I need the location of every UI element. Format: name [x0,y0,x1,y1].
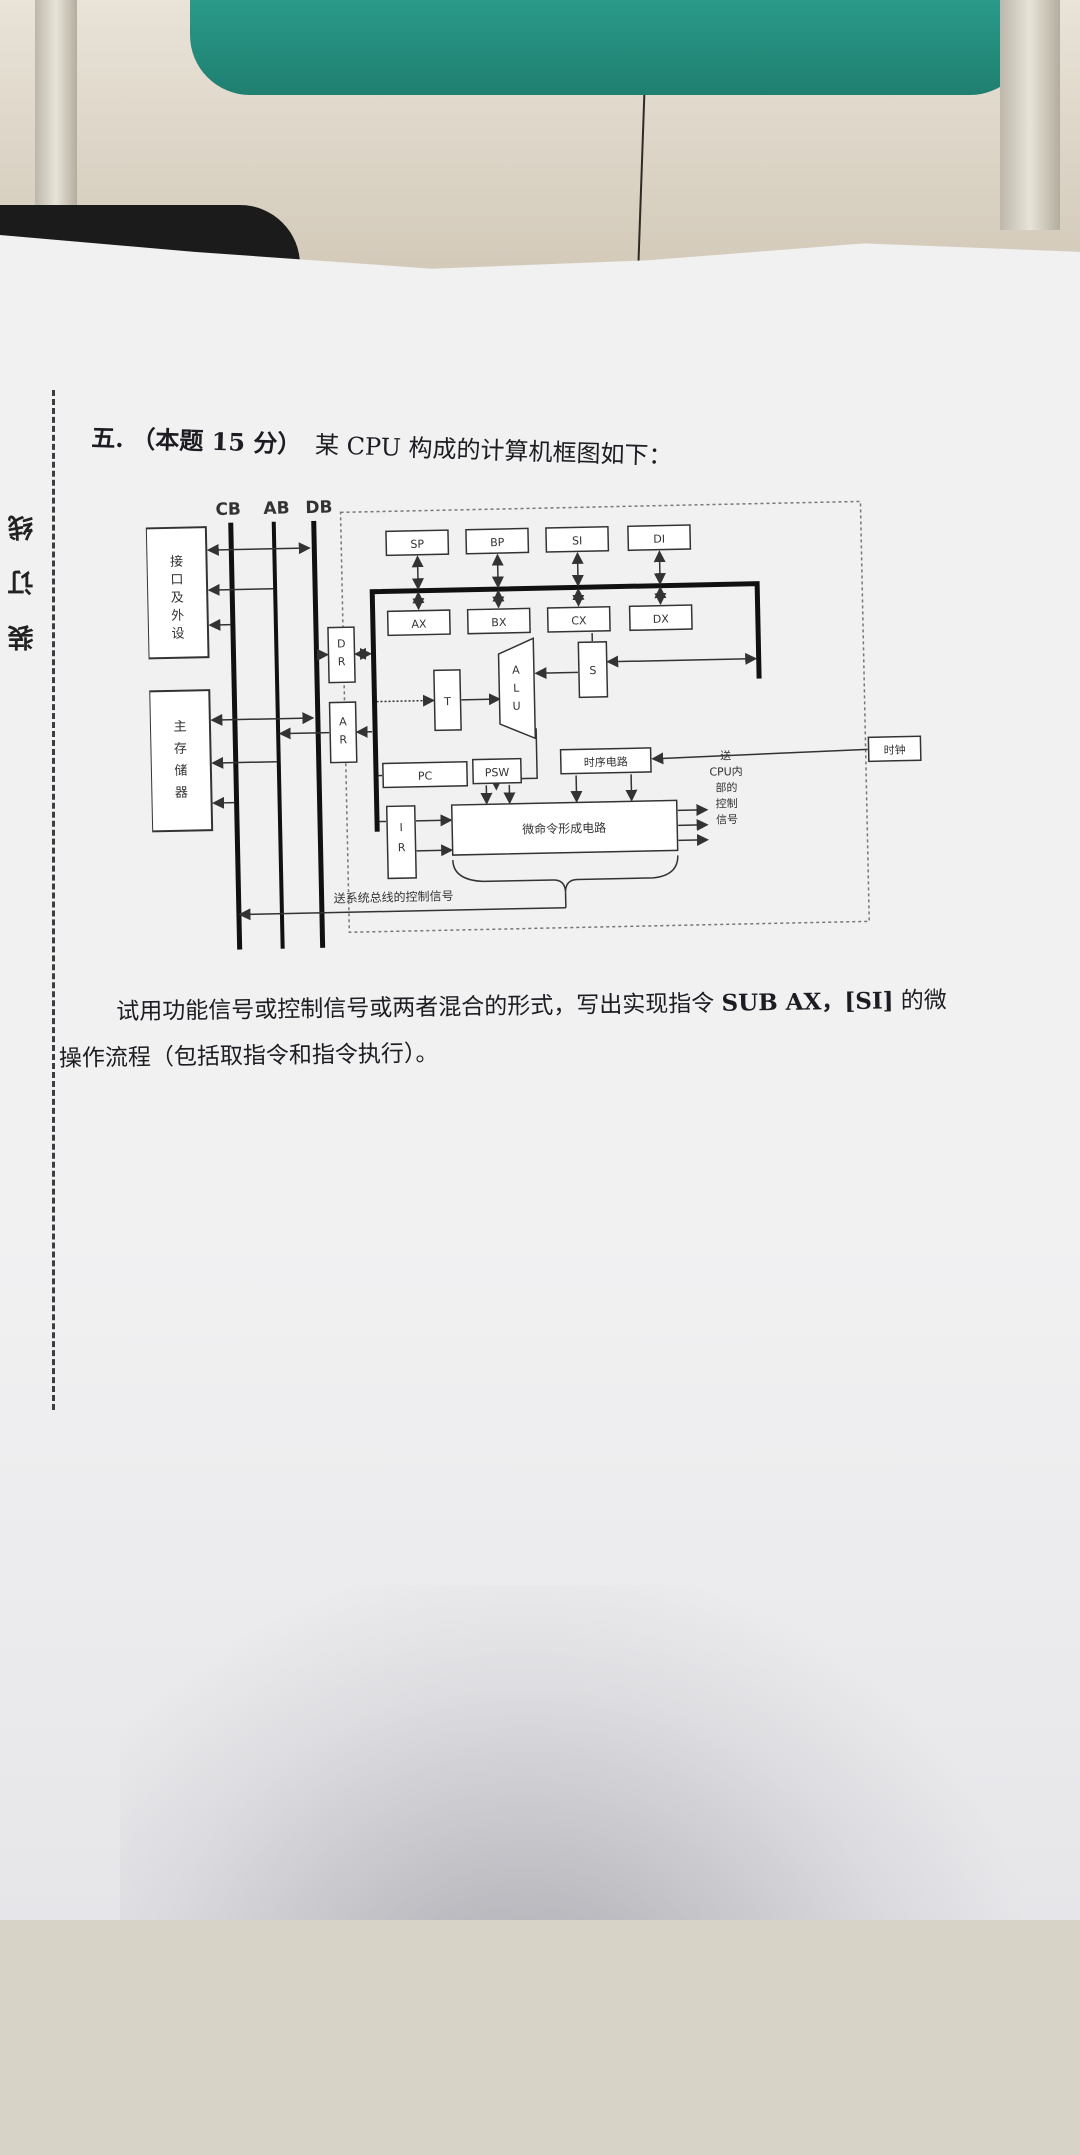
memory-box [149,690,212,831]
register-bp: BP [490,536,505,549]
timing-label: 时序电路 [584,754,628,769]
question-number: 五. [91,423,124,453]
chair-seat [190,0,1030,95]
register-bx: BX [491,616,507,629]
clock-label: 时钟 [883,743,905,757]
pc-label: PC [418,769,433,782]
register-cx: CX [571,614,587,627]
question-score: （本题 15 分） [131,424,302,458]
system-control-brace [453,855,679,895]
t-label: T [443,695,451,708]
bus-label-ab: AB [263,498,290,519]
to-cpu-internal-label: 送CPU内部的控制信号 [709,748,744,827]
binding-label: 装 订 线 [4,505,44,651]
register-si: SI [572,534,583,547]
register-ax: AX [411,618,427,631]
bus-label-cb: CB [215,499,241,520]
cpu-dotted-boundary [341,501,870,932]
s-label: S [589,664,596,677]
micro-command-label: 微命令形成电路 [522,820,606,837]
register-di: DI [653,533,665,546]
bus-line-ab [274,522,283,949]
chair-leg-right [1000,0,1060,230]
bus-label-db: DB [305,498,332,519]
prompt-text-a: 试用功能信号或控制信号或两者混合的形式，写出实现指令 [116,991,714,1025]
bus-line-db [314,521,323,948]
instruction-text: SUB AX，[SI] [721,987,893,1016]
general-register-row: AX BX CX DX [388,605,692,635]
question-body: 试用功能信号或控制信号或两者混合的形式，写出实现指令 SUB AX，[SI] 的… [58,976,1049,1082]
prompt-text-b: 的微 [901,988,947,1015]
psw-label: PSW [485,766,510,780]
cpu-block-diagram: CB AB DB 接口及外设 主存储器 DR AR SP BP SI DI [145,480,955,967]
binding-dashed-line [52,390,55,1410]
chair-leg-left [35,0,77,230]
register-dx: DX [653,612,670,625]
io-box-label: 接口及外设 [170,554,185,642]
to-system-bus-label: 送系统总线的控制信号 [333,888,453,906]
bus-line-cb [231,523,240,950]
hand-shadow [120,1585,1020,2155]
register-sp: SP [410,538,424,551]
top-register-row: SP BP SI DI [386,525,690,555]
